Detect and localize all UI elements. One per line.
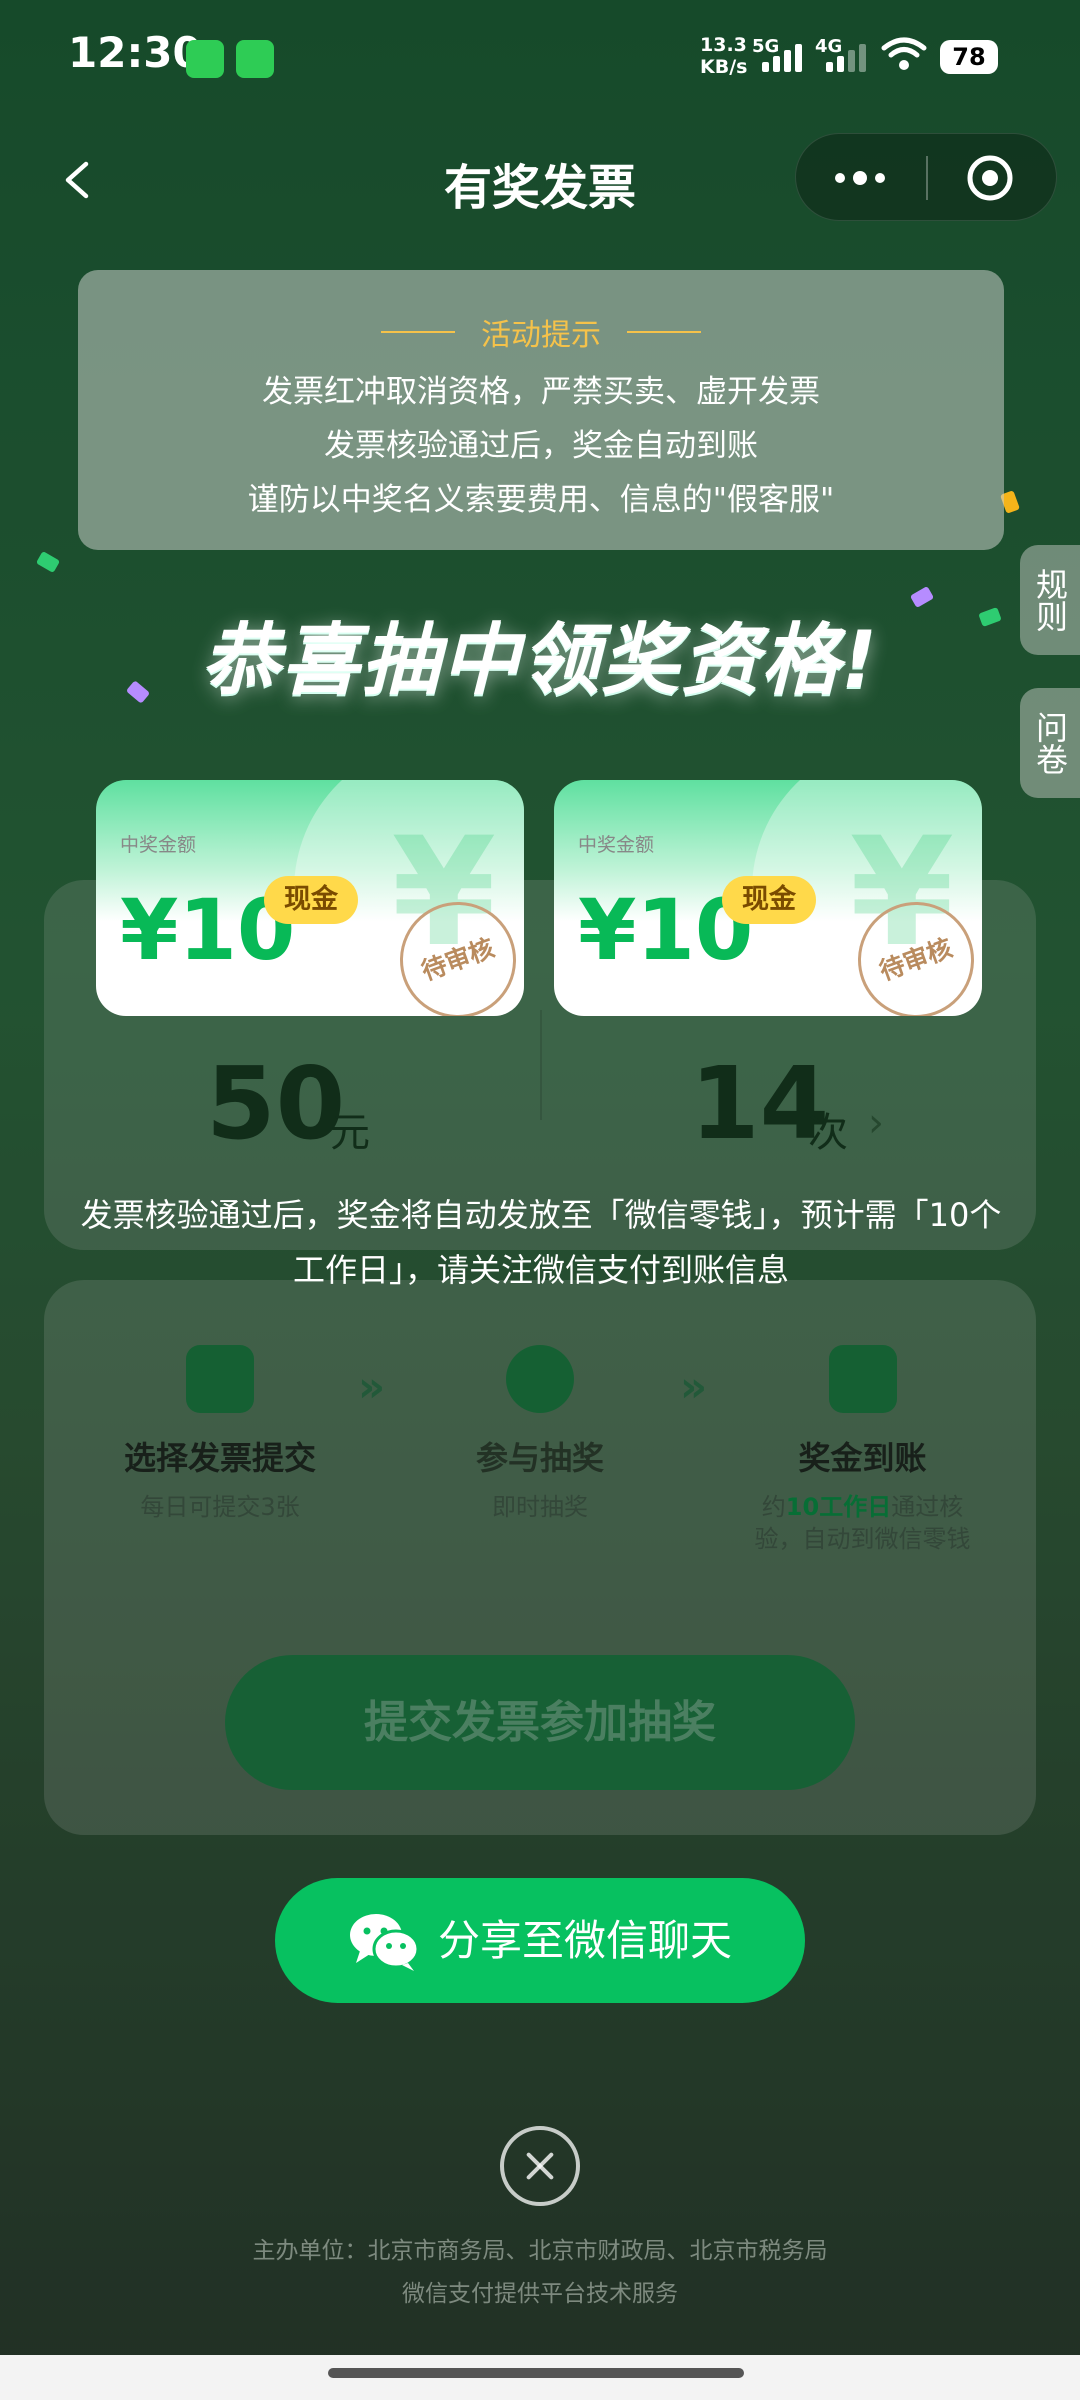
- wechat-icon: [349, 1913, 420, 1971]
- battery-indicator: 78: [940, 40, 998, 74]
- signal-icon: [762, 42, 802, 72]
- notice-line: 谨防以中奖名义索要费用、信息的"假客服": [247, 482, 835, 518]
- mini-program-capsule: [795, 133, 1057, 221]
- prize-card: ¥ 中奖金额 ¥10 现金 待审核: [554, 780, 982, 1016]
- status-bar: 12:30 13.3 KB/s 5G 4G 78: [0, 0, 1080, 110]
- prize-label: 中奖金额: [578, 834, 655, 856]
- cash-tag: 现金: [722, 876, 816, 924]
- footer-tech: 微信支付提供平台技术服务: [402, 2281, 678, 2307]
- notice-line: 发票核验通过后，奖金自动到账: [324, 428, 758, 464]
- close-target-icon[interactable]: [966, 154, 1014, 202]
- capsule-divider: [926, 156, 928, 200]
- wifi-icon: [881, 37, 927, 70]
- congrats-heading: 恭喜抽中领奖资格!: [201, 616, 879, 706]
- network-speed: 13.3 KB/s: [700, 34, 748, 78]
- close-icon[interactable]: [500, 2126, 580, 2206]
- share-to-wechat-button[interactable]: 分享至微信聊天: [275, 1878, 805, 2003]
- activity-notice: 活动提示 发票红冲取消资格，严禁买卖、虚开发票 发票核验通过后，奖金自动到账 谨…: [78, 270, 1004, 550]
- prize-label: 中奖金额: [120, 834, 197, 856]
- wechat-notification-icon: [186, 40, 224, 78]
- status-time: 12:30: [68, 28, 202, 77]
- more-icon[interactable]: [828, 164, 892, 192]
- prize-card: ¥ 中奖金额 ¥10 现金 待审核: [96, 780, 524, 1016]
- signal-icon: [826, 42, 866, 72]
- download-notification-icon: [236, 40, 274, 78]
- footer: 主办单位：北京市商务局、北京市财政局、北京市税务局 微信支付提供平台技术服务: [0, 2230, 1080, 2316]
- notice-line: 发票红冲取消资格，严禁买卖、虚开发票: [262, 374, 820, 410]
- cash-tag: 现金: [264, 876, 358, 924]
- notice-title: 活动提示: [78, 310, 1004, 354]
- footer-organizers: 主办单位：北京市商务局、北京市财政局、北京市税务局: [252, 2238, 828, 2264]
- home-indicator[interactable]: [328, 2368, 744, 2378]
- share-button-label: 分享至微信聊天: [437, 1916, 732, 1965]
- payout-explanation: 发票核验通过后，奖金将自动发放至「微信零钱」，预计需「10个工作日」，请关注微信…: [80, 1196, 1002, 1289]
